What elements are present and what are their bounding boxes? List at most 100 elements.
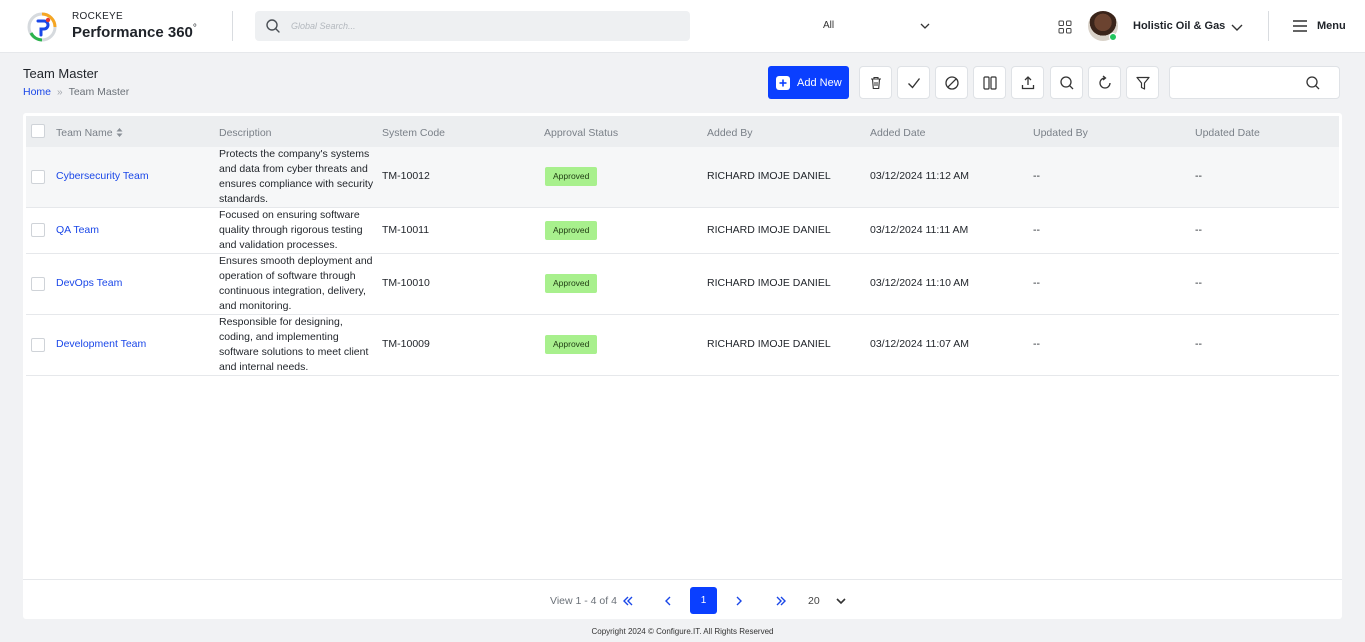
search-button[interactable] — [1050, 66, 1083, 99]
inactivate-button[interactable] — [935, 66, 968, 99]
search-icon — [266, 19, 280, 33]
status-badge: Approved — [545, 221, 598, 240]
menu-button[interactable]: Menu — [1317, 20, 1346, 32]
column-header-label: Team Name — [56, 127, 113, 139]
updated-date: -- — [1195, 224, 1202, 236]
added-date: 03/12/2024 11:07 AM — [870, 338, 970, 350]
chevron-left-icon — [664, 596, 670, 605]
plus-icon — [776, 75, 790, 90]
status-badge: Approved — [545, 274, 598, 293]
status-badge: Approved — [545, 167, 598, 186]
organization-name[interactable]: Holistic Oil & Gas — [1133, 20, 1225, 32]
search-icon[interactable] — [1305, 75, 1321, 91]
global-search-input[interactable] — [291, 18, 541, 34]
export-icon — [1021, 75, 1034, 89]
team-name-link[interactable]: QA Team — [56, 224, 99, 236]
page-size-value: 20 — [808, 595, 820, 607]
add-new-button[interactable]: Add New — [768, 66, 849, 99]
breadcrumb: Home » Team Master — [23, 86, 129, 98]
column-header-added-date[interactable]: Added Date — [870, 127, 925, 139]
team-description: Protects the company's systems and data … — [219, 148, 374, 205]
search-scope-value: All — [823, 20, 835, 31]
refresh-button[interactable] — [1088, 66, 1121, 99]
quick-search-field[interactable] — [1169, 66, 1340, 99]
added-date: 03/12/2024 11:11 AM — [870, 224, 969, 236]
row-checkbox[interactable] — [31, 170, 45, 184]
team-name-link[interactable]: DevOps Team — [56, 277, 122, 289]
quick-search-input[interactable] — [1178, 75, 1298, 91]
chevron-right-icon — [736, 596, 742, 605]
system-code: TM-10010 — [382, 277, 430, 289]
system-code: TM-10012 — [382, 170, 430, 182]
status-badge: Approved — [545, 335, 598, 354]
prev-page-button[interactable] — [654, 587, 681, 614]
column-header-updated-date[interactable]: Updated Date — [1195, 127, 1260, 139]
view-range-text: View 1 - 4 of 4 — [550, 595, 617, 607]
page-number-current[interactable]: 1 — [690, 587, 717, 614]
column-header-added-by[interactable]: Added By — [707, 127, 753, 139]
updated-by: -- — [1033, 277, 1040, 289]
double-chevron-left-icon — [622, 596, 632, 605]
column-header-updated-by[interactable]: Updated By — [1033, 127, 1088, 139]
online-status-indicator — [1109, 33, 1117, 41]
chevron-down-icon — [920, 23, 930, 29]
delete-button[interactable] — [859, 66, 892, 99]
approve-button[interactable] — [897, 66, 930, 99]
export-button[interactable] — [1011, 66, 1044, 99]
select-all-checkbox[interactable] — [31, 124, 45, 138]
added-by: RICHARD IMOJE DANIEL — [707, 170, 831, 182]
add-new-label: Add New — [797, 76, 842, 89]
last-page-button[interactable] — [767, 587, 794, 614]
team-description: Ensures smooth deployment and operation … — [219, 255, 373, 312]
team-name-link[interactable]: Development Team — [56, 338, 146, 350]
breadcrumb-current: Team Master — [68, 86, 130, 98]
column-header-system-code[interactable]: System Code — [382, 127, 445, 139]
columns-icon — [982, 75, 997, 90]
added-by: RICHARD IMOJE DANIEL — [707, 277, 831, 289]
brand-title: Performance 360° — [72, 23, 197, 41]
updated-by: -- — [1033, 338, 1040, 350]
added-date: 03/12/2024 11:12 AM — [870, 170, 970, 182]
chevron-down-icon — [836, 598, 846, 605]
double-chevron-right-icon — [776, 596, 786, 605]
table-row[interactable]: Cybersecurity Team Protects the company'… — [26, 147, 1339, 208]
table-row[interactable]: QA Team Focused on ensuring software qua… — [26, 208, 1339, 254]
block-icon — [944, 75, 959, 90]
rockeye-logo-icon[interactable] — [26, 11, 58, 43]
team-name-link[interactable]: Cybersecurity Team — [56, 170, 149, 182]
breadcrumb-home-link[interactable]: Home — [23, 86, 51, 98]
chevron-down-icon[interactable] — [1230, 20, 1244, 34]
filter-button[interactable] — [1126, 66, 1159, 99]
top-header: ROCKEYE Performance 360° All Holistic Oi… — [0, 0, 1365, 53]
next-page-button[interactable] — [725, 587, 752, 614]
system-code: TM-10009 — [382, 338, 430, 350]
column-header-team-name[interactable]: Team Name — [56, 127, 123, 139]
updated-date: -- — [1195, 277, 1202, 289]
filter-icon — [1135, 76, 1150, 90]
search-scope-select[interactable]: All — [811, 14, 941, 38]
first-page-button[interactable] — [614, 587, 641, 614]
page-title: Team Master — [23, 66, 99, 81]
added-by: RICHARD IMOJE DANIEL — [707, 224, 831, 236]
columns-button[interactable] — [973, 66, 1006, 99]
row-checkbox[interactable] — [31, 338, 45, 352]
page-size-select[interactable]: 20 — [803, 587, 851, 614]
breadcrumb-separator: » — [57, 87, 63, 98]
check-icon — [907, 77, 920, 89]
copyright-text: Copyright 2024 © Configure.IT. All Right… — [591, 627, 774, 636]
apps-grid-icon[interactable] — [1058, 20, 1072, 34]
system-code: TM-10011 — [382, 224, 430, 236]
column-header-description[interactable]: Description — [219, 127, 272, 139]
refresh-icon — [1098, 74, 1111, 89]
row-checkbox[interactable] — [31, 223, 45, 237]
hamburger-menu-icon[interactable] — [1292, 19, 1308, 33]
added-date: 03/12/2024 11:10 AM — [870, 277, 970, 289]
sort-icon[interactable] — [116, 128, 123, 137]
updated-date: -- — [1195, 170, 1202, 182]
table-row[interactable]: DevOps Team Ensures smooth deployment an… — [26, 254, 1339, 315]
column-header-approval-status[interactable]: Approval Status — [544, 127, 618, 139]
table-header: Team Name Description System Code Approv… — [26, 116, 1339, 147]
row-checkbox[interactable] — [31, 277, 45, 291]
table-row[interactable]: Development Team Responsible for designi… — [26, 315, 1339, 376]
header-divider — [1268, 11, 1269, 41]
